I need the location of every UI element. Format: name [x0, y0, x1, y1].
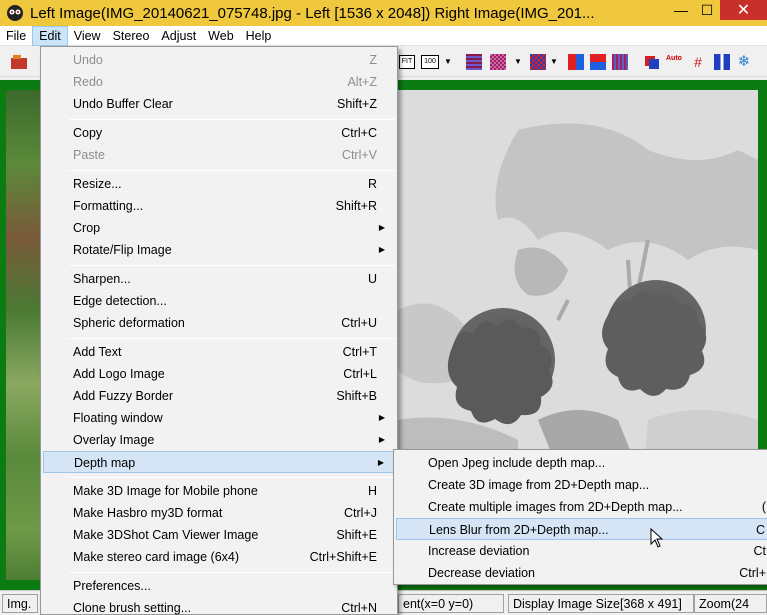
status-zoom: Zoom(24 — [694, 594, 767, 613]
menu-separator — [69, 119, 395, 120]
menu-item-rotate-flip[interactable]: Rotate/Flip Image ▶ — [43, 239, 395, 261]
minimize-button[interactable]: — — [668, 0, 694, 20]
menu-item-create-3d-from-depth[interactable]: Create 3D image from 2D+Depth map... — [396, 474, 767, 496]
submenu-arrow-icon: ▶ — [378, 413, 385, 422]
mosaic-icon[interactable] — [530, 54, 546, 70]
mosaic-dropdown-icon[interactable]: ▼ — [550, 54, 560, 70]
menu-help[interactable]: Help — [240, 26, 278, 46]
status-image-info: Img. — [2, 594, 38, 613]
swap-icon[interactable] — [714, 54, 730, 70]
status-display-size: Display Image Size[368 x 491] — [508, 594, 694, 613]
menu-item-decrease-deviation[interactable]: Decrease deviation Ctrl+ — [396, 562, 767, 584]
menu-adjust[interactable]: Adjust — [155, 26, 202, 46]
menu-item-make-3d-mobile[interactable]: Make 3D Image for Mobile phone H — [43, 480, 395, 502]
menu-item-increase-deviation[interactable]: Increase deviation Ct — [396, 540, 767, 562]
menu-file[interactable]: File — [0, 26, 32, 46]
window-title: Left Image(IMG_20140621_075748.jpg - Lef… — [30, 4, 595, 22]
submenu-arrow-icon: ▶ — [378, 223, 385, 232]
depth-map-submenu: Open Jpeg include depth map... Create 3D… — [393, 449, 767, 585]
grid-icon[interactable]: # — [690, 54, 706, 70]
snowflake-icon[interactable]: ❄ — [736, 54, 752, 70]
interlaced-icon[interactable] — [466, 54, 482, 70]
left-image-pane[interactable] — [0, 80, 40, 590]
maximize-button[interactable]: ☐ — [694, 0, 720, 20]
menu-item-redo[interactable]: Redo Alt+Z — [43, 71, 395, 93]
menu-separator — [69, 572, 395, 573]
submenu-arrow-icon: ▶ — [378, 245, 385, 254]
menu-separator — [69, 265, 395, 266]
anaglyph-icon[interactable] — [644, 54, 660, 70]
menu-web[interactable]: Web — [202, 26, 239, 46]
left-photo — [6, 90, 40, 580]
menu-item-create-multiple-images[interactable]: Create multiple images from 2D+Depth map… — [396, 496, 767, 518]
menu-separator — [69, 338, 395, 339]
submenu-arrow-icon: ▶ — [377, 458, 384, 467]
menu-item-spheric-deformation[interactable]: Spheric deformation Ctrl+U — [43, 312, 395, 334]
menu-item-depth-map[interactable]: Depth map ▶ — [43, 451, 395, 473]
menu-item-add-fuzzy-border[interactable]: Add Fuzzy Border Shift+B — [43, 385, 395, 407]
column-interlace-icon[interactable] — [612, 54, 628, 70]
menu-stereo[interactable]: Stereo — [107, 26, 156, 46]
menu-item-sharpen[interactable]: Sharpen... U — [43, 268, 395, 290]
menu-edit[interactable]: Edit — [32, 25, 68, 46]
menu-item-make-3dshot-cam[interactable]: Make 3DShot Cam Viewer Image Shift+E — [43, 524, 395, 546]
menu-item-formatting[interactable]: Formatting... Shift+R — [43, 195, 395, 217]
menu-item-make-hasbro-my3d[interactable]: Make Hasbro my3D format Ctrl+J — [43, 502, 395, 524]
close-button[interactable]: ✕ — [720, 0, 767, 20]
zoom-dropdown-icon[interactable]: ▼ — [444, 54, 454, 70]
menu-item-add-logo-image[interactable]: Add Logo Image Ctrl+L — [43, 363, 395, 385]
menu-item-overlay-image[interactable]: Overlay Image ▶ — [43, 429, 395, 451]
menu-item-edge-detection[interactable]: Edge detection... — [43, 290, 395, 312]
menu-item-make-stereo-card[interactable]: Make stereo card image (6x4) Ctrl+Shift+E — [43, 546, 395, 568]
menu-item-open-jpeg-depth[interactable]: Open Jpeg include depth map... — [396, 452, 767, 474]
menu-separator — [69, 170, 395, 171]
edit-menu-popup: Undo Z Redo Alt+Z Undo Buffer Clear Shift+Z… — [40, 46, 398, 615]
menu-item-crop[interactable]: Crop ▶ — [43, 217, 395, 239]
menu-item-copy[interactable]: Copy Ctrl+C — [43, 122, 395, 144]
menu-item-paste[interactable]: Paste Ctrl+V — [43, 144, 395, 166]
stereophoto-maker-icon[interactable] — [4, 2, 26, 24]
menu-item-lens-blur[interactable]: Lens Blur from 2D+Depth map... C — [396, 518, 767, 540]
checker-icon[interactable] — [490, 54, 506, 70]
menu-item-floating-window[interactable]: Floating window ▶ — [43, 407, 395, 429]
menu-separator — [69, 477, 395, 478]
title-bar: Left Image(IMG_20140621_075748.jpg - Lef… — [0, 0, 767, 26]
menu-item-undo-buffer-clear[interactable]: Undo Buffer Clear Shift+Z — [43, 93, 395, 115]
fit-window-button[interactable]: FIT — [399, 55, 415, 69]
menu-item-clone-brush-setting[interactable]: Clone brush setting... Ctrl+N — [43, 597, 395, 615]
menu-view[interactable]: View — [68, 26, 107, 46]
status-cursor-position: ent(x=0 y=0) — [398, 594, 504, 613]
zoom-100-button[interactable]: 100 — [421, 55, 439, 69]
auto-align-icon[interactable]: Auto — [666, 54, 684, 70]
submenu-arrow-icon: ▶ — [378, 435, 385, 444]
checker-dropdown-icon[interactable]: ▼ — [514, 54, 524, 70]
over-under-icon[interactable] — [590, 54, 606, 70]
side-by-side-icon[interactable] — [568, 54, 584, 70]
open-folder-icon[interactable] — [10, 54, 30, 70]
menu-item-add-text[interactable]: Add Text Ctrl+T — [43, 341, 395, 363]
menu-bar: File Edit View Stereo Adjust Web Help — [0, 25, 767, 46]
mouse-cursor-icon — [650, 527, 664, 548]
menu-item-resize[interactable]: Resize... R — [43, 173, 395, 195]
menu-item-undo[interactable]: Undo Z — [43, 49, 395, 71]
menu-item-preferences[interactable]: Preferences... — [43, 575, 395, 597]
